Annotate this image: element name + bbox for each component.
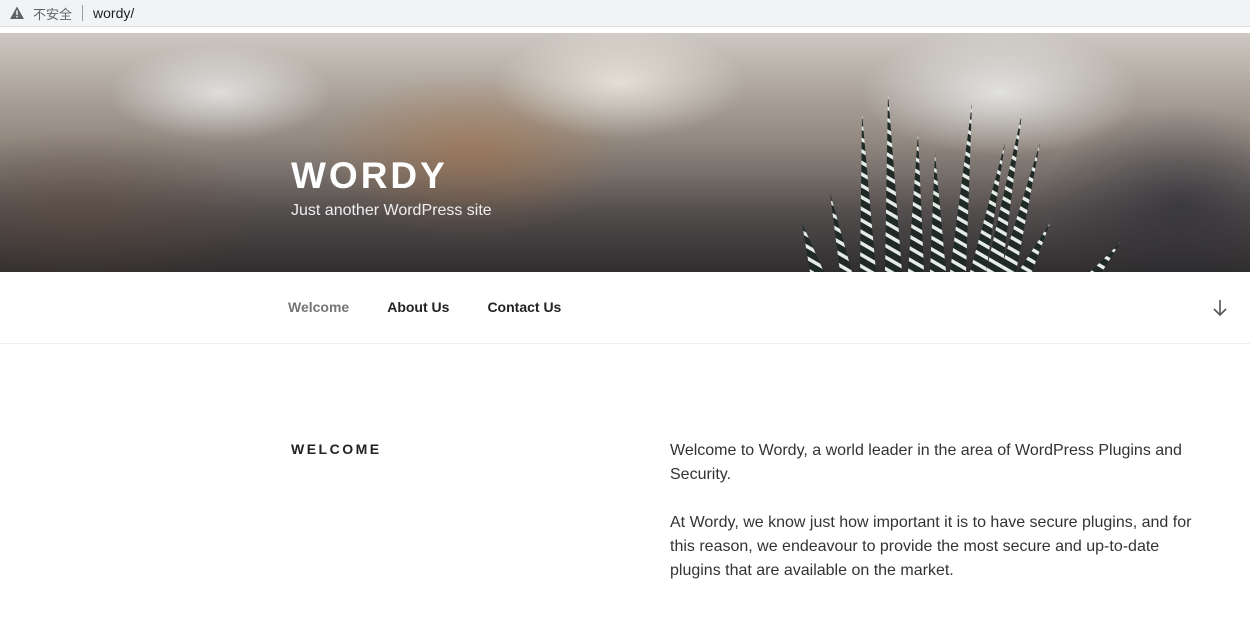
security-status-label[interactable]: 不安全	[33, 4, 72, 23]
nav-item-about-us[interactable]: About Us	[387, 300, 449, 314]
content-paragraph-1: Welcome to Wordy, a world leader in the …	[670, 442, 1182, 483]
arrow-down-icon[interactable]	[1210, 298, 1230, 318]
browser-address-bar: 不安全 wordy/	[0, 0, 1250, 27]
plant-image	[802, 93, 1120, 272]
content-paragraph-2: At Wordy, we know just how important it …	[670, 514, 1192, 579]
url-field[interactable]: wordy/	[93, 5, 134, 21]
site-title[interactable]: WORDY	[291, 157, 448, 194]
address-separator	[82, 5, 84, 21]
nav-menu: Welcome About Us Contact Us	[288, 300, 599, 314]
page-content: Welcome to Wordy, a world leader in the …	[670, 439, 1200, 607]
nav-item-contact-us[interactable]: Contact Us	[487, 300, 561, 314]
warning-icon[interactable]	[9, 5, 25, 21]
main-navigation: Welcome About Us Contact Us	[0, 272, 1250, 344]
nav-item-welcome[interactable]: Welcome	[288, 300, 349, 314]
site-header-image: WORDY Just another WordPress site	[0, 33, 1250, 272]
page-title: WELCOME	[291, 441, 382, 457]
site-description: Just another WordPress site	[291, 202, 492, 219]
